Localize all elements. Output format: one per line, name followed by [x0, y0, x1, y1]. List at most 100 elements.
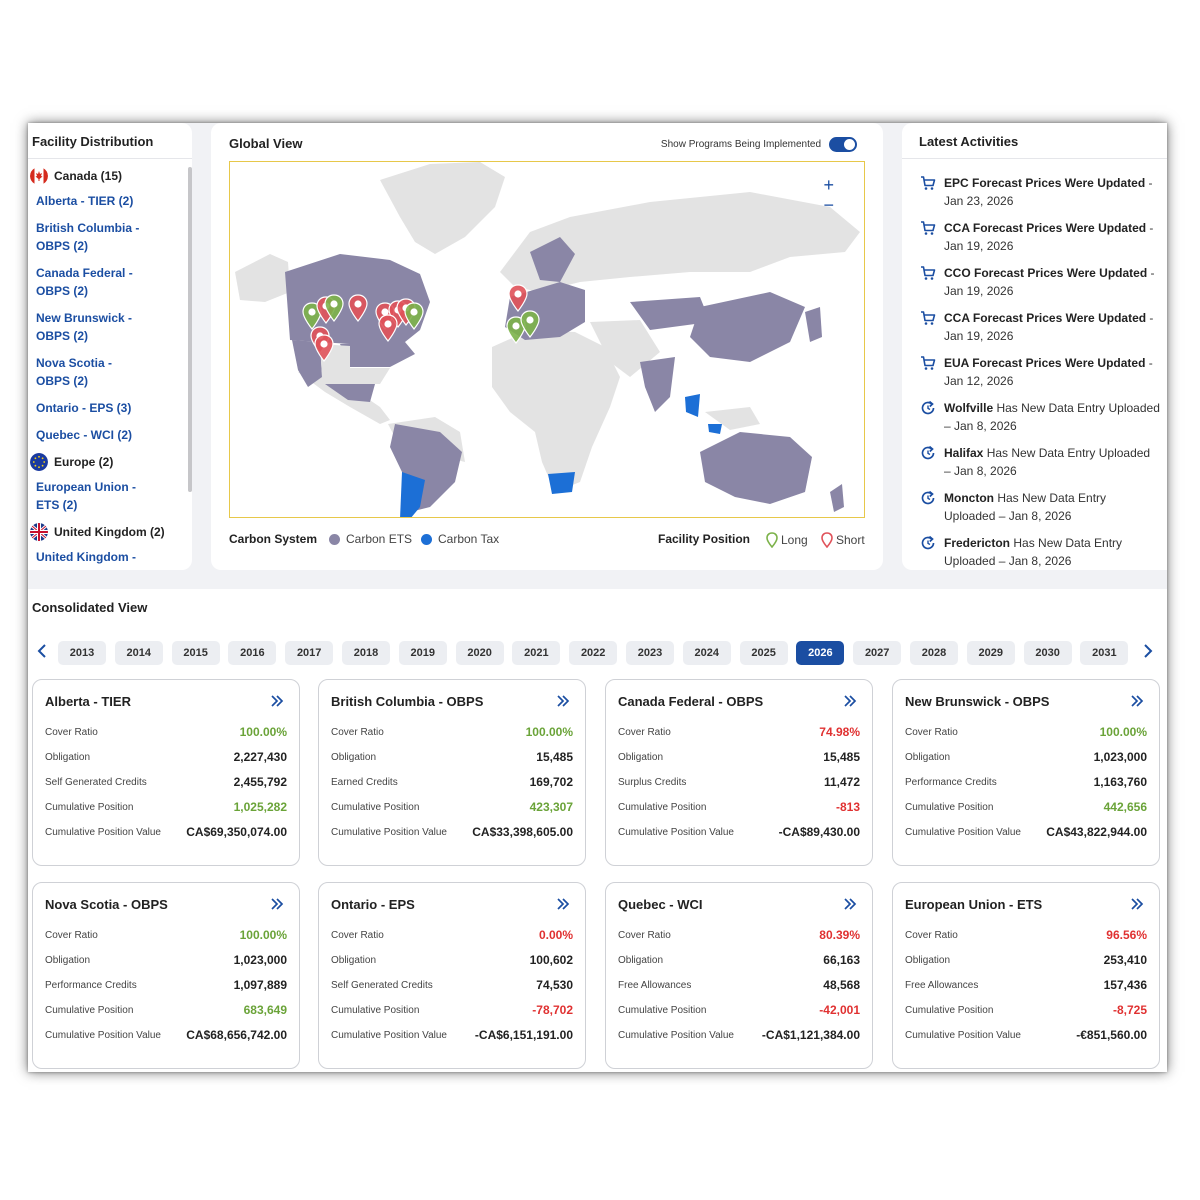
metric-label: Cumulative Position Value	[331, 1029, 447, 1041]
year-tab-2024[interactable]: 2024	[682, 641, 731, 665]
facility-program-link[interactable]: New Brunswick - OBPS (2)	[30, 305, 142, 350]
activity-item[interactable]: Fredericton Has New Data Entry Uploaded …	[920, 534, 1160, 570]
metric-value: 169,702	[529, 775, 573, 789]
region-argentina[interactable]	[400, 472, 425, 518]
double-chevron-right-icon[interactable]	[1129, 896, 1145, 912]
double-chevron-right-icon[interactable]	[555, 896, 571, 912]
activity-item[interactable]: Moncton Has New Data Entry Uploaded – Ja…	[920, 489, 1160, 525]
metric-value: 48,568	[823, 978, 860, 992]
year-tab-2014[interactable]: 2014	[114, 641, 163, 665]
legend-short: Short	[821, 532, 865, 548]
year-tab-2019[interactable]: 2019	[398, 641, 447, 665]
year-tab-2029[interactable]: 2029	[966, 641, 1015, 665]
metric-row: Self Generated Credits 2,455,792	[45, 774, 287, 790]
double-chevron-right-icon[interactable]	[842, 896, 858, 912]
activity-text: CCA Forecast Prices Were Updated - Jan 1…	[944, 309, 1160, 345]
zoom-in-button[interactable]: +	[823, 176, 834, 194]
metric-row: Cover Ratio 96.56%	[905, 927, 1147, 943]
double-chevron-right-icon[interactable]	[1129, 693, 1145, 709]
facility-program-link[interactable]: Ontario - EPS (3)	[30, 395, 142, 422]
activity-item[interactable]: Halifax Has New Data Entry Uploaded – Ja…	[920, 444, 1160, 480]
facility-group-uk[interactable]: United Kingdom (2)	[30, 519, 186, 544]
metric-label: Self Generated Credits	[331, 979, 433, 991]
facility-group-canada[interactable]: Canada (15)	[30, 163, 186, 188]
metric-row: Cover Ratio 100.00%	[331, 724, 573, 740]
year-tab-2015[interactable]: 2015	[171, 641, 220, 665]
facility-program-link[interactable]: Alberta - TIER (2)	[30, 188, 142, 215]
year-prev-arrow-icon[interactable]	[32, 641, 52, 661]
double-chevron-right-icon[interactable]	[842, 693, 858, 709]
region-southeast-asia[interactable]	[685, 394, 700, 417]
metric-value: CA$33,398,605.00	[472, 825, 573, 839]
region-new-zealand[interactable]	[830, 484, 844, 512]
facility-program-link[interactable]: British Columbia - OBPS (2)	[30, 215, 142, 260]
year-tab-2016[interactable]: 2016	[228, 641, 277, 665]
year-tab-2026[interactable]: 2026	[796, 641, 845, 665]
year-tab-2030[interactable]: 2030	[1023, 641, 1072, 665]
year-tab-2020[interactable]: 2020	[455, 641, 504, 665]
metric-value: 11,472	[823, 775, 860, 789]
facility-program-link[interactable]: Quebec - WCI (2)	[30, 422, 142, 449]
facility-program-link[interactable]: Canada Federal - OBPS (2)	[30, 260, 142, 305]
land-africa	[492, 330, 620, 492]
facility-group-eu[interactable]: Europe (2)	[30, 449, 186, 474]
activity-item[interactable]: EUA Forecast Prices Were Updated - Jan 1…	[920, 354, 1160, 390]
year-tab-2021[interactable]: 2021	[512, 641, 561, 665]
metric-row: Cover Ratio 100.00%	[45, 724, 287, 740]
program-card: Canada Federal - OBPS Cover Ratio 74.98% Ob…	[605, 679, 873, 866]
metric-value: 100.00%	[525, 725, 573, 739]
facility-list: Canada (15) Alberta - TIER (2) British Col…	[30, 163, 186, 570]
facility-program-link[interactable]: United Kingdom - ETS (2)	[30, 544, 142, 570]
year-tab-2017[interactable]: 2017	[285, 641, 334, 665]
scrollbar[interactable]	[188, 167, 192, 492]
year-tab-2027[interactable]: 2027	[853, 641, 902, 665]
metric-label: Self Generated Credits	[45, 776, 147, 788]
double-chevron-right-icon[interactable]	[555, 693, 571, 709]
year-tab-2022[interactable]: 2022	[569, 641, 618, 665]
double-chevron-right-icon[interactable]	[269, 896, 285, 912]
region-india[interactable]	[640, 357, 675, 412]
activity-item[interactable]: CCO Forecast Prices Were Updated - Jan 1…	[920, 264, 1160, 300]
carbon-system-label: Carbon System	[229, 532, 318, 546]
year-next-arrow-icon[interactable]	[1138, 641, 1158, 661]
facility-distribution-panel: Facility Distribution Canada (15) Alberta…	[28, 123, 192, 570]
activity-item[interactable]: EPC Forecast Prices Were Updated - Jan 2…	[920, 174, 1160, 210]
metric-row: Cover Ratio 100.00%	[905, 724, 1147, 740]
metric-label: Cover Ratio	[331, 929, 384, 941]
metric-value: 1,163,760	[1093, 775, 1147, 789]
metric-value: 0.00%	[538, 928, 573, 942]
year-tab-2028[interactable]: 2028	[910, 641, 958, 665]
facility-distribution-title: Facility Distribution	[32, 134, 154, 149]
region-australia[interactable]	[700, 432, 812, 504]
program-card-title: British Columbia - OBPS	[331, 694, 484, 709]
year-tab-2013[interactable]: 2013	[58, 641, 106, 665]
region-us-northeast[interactable]	[340, 342, 415, 367]
activity-item[interactable]: CCA Forecast Prices Were Updated - Jan 1…	[920, 219, 1160, 255]
year-tab-2025[interactable]: 2025	[739, 641, 788, 665]
metric-row: Cumulative Position Value -CA$89,430.00	[618, 824, 860, 840]
region-japan[interactable]	[805, 307, 822, 342]
programs-toggle[interactable]	[829, 137, 857, 152]
double-chevron-right-icon[interactable]	[269, 693, 285, 709]
activity-item[interactable]: CCA Forecast Prices Were Updated - Jan 1…	[920, 309, 1160, 345]
facility-program-link[interactable]: European Union - ETS (2)	[30, 474, 142, 519]
metric-row: Self Generated Credits 74,530	[331, 977, 573, 993]
year-tab-2023[interactable]: 2023	[626, 641, 674, 665]
cart-icon	[920, 310, 936, 326]
world-map[interactable]: + −	[229, 161, 865, 518]
metric-value: 1,023,000	[233, 953, 287, 967]
year-tab-2018[interactable]: 2018	[342, 641, 390, 665]
region-philippines[interactable]	[708, 424, 722, 434]
region-china[interactable]	[690, 292, 805, 362]
region-south-africa[interactable]	[548, 472, 575, 494]
legend-short-label: Short	[836, 533, 865, 547]
refresh-icon	[920, 535, 936, 551]
year-tab-2031[interactable]: 2031	[1080, 641, 1129, 665]
metric-label: Cover Ratio	[45, 929, 98, 941]
metric-label: Cumulative Position	[905, 1004, 994, 1016]
refresh-icon	[920, 400, 936, 416]
facility-program-link[interactable]: Nova Scotia - OBPS (2)	[30, 350, 142, 395]
zoom-out-button[interactable]: −	[823, 196, 834, 214]
metric-value: 80.39%	[819, 928, 860, 942]
activity-item[interactable]: Wolfville Has New Data Entry Uploaded – …	[920, 399, 1160, 435]
